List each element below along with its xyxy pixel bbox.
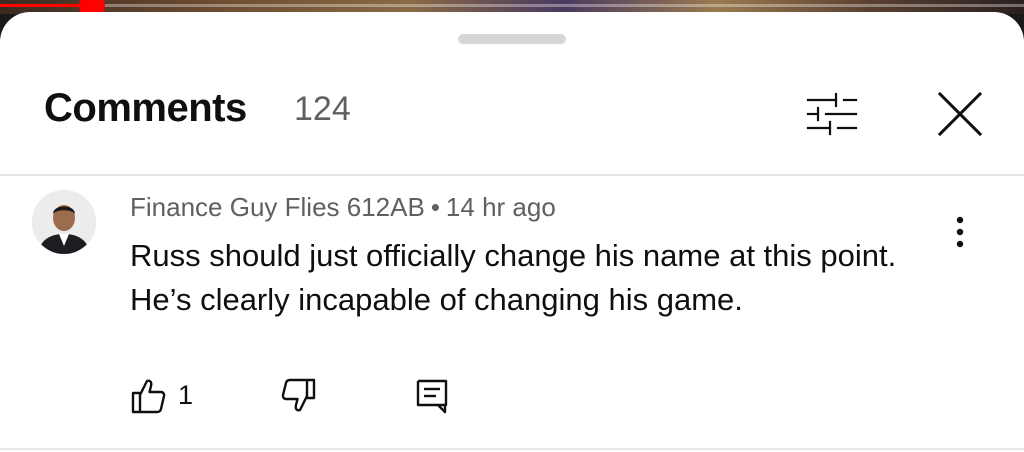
avatar[interactable] [32, 190, 96, 254]
more-vertical-icon [956, 216, 964, 248]
sort-filter-button[interactable] [800, 82, 864, 146]
user-avatar-icon [32, 190, 96, 254]
sliders-icon [806, 92, 858, 136]
reply-icon [416, 379, 448, 414]
like-count: 1 [178, 380, 194, 410]
comments-title: Comments [44, 86, 247, 130]
video-progress-bar[interactable] [0, 0, 1024, 19]
drag-handle[interactable] [458, 34, 566, 44]
close-icon [937, 91, 983, 137]
comment-timestamp: 14 hr ago [445, 192, 556, 222]
thumbs-down-icon [281, 378, 316, 412]
comment-text-line: Russ should just officially change his n… [130, 238, 897, 273]
comment-author[interactable]: Finance Guy Flies 612AB [130, 192, 425, 222]
comment-divider [0, 448, 1024, 450]
comments-sheet: Comments 124 Finance Guy Flies 612AB • 1… [0, 12, 1024, 452]
comment-text-line: He’s clearly incapable of changing his g… [130, 282, 743, 317]
meta-separator: • [430, 192, 440, 222]
comments-count: 124 [294, 90, 351, 128]
comment-more-button[interactable] [944, 212, 976, 256]
comment-meta: Finance Guy Flies 612AB • 14 hr ago [130, 192, 556, 223]
dislike-button[interactable] [278, 376, 318, 416]
thumbs-up-icon [131, 379, 166, 414]
header-divider [0, 174, 1024, 176]
comment-text: Russ should just officially change his n… [130, 234, 990, 322]
close-button[interactable] [928, 82, 992, 146]
reply-button[interactable] [414, 376, 450, 416]
like-button[interactable] [130, 376, 166, 416]
